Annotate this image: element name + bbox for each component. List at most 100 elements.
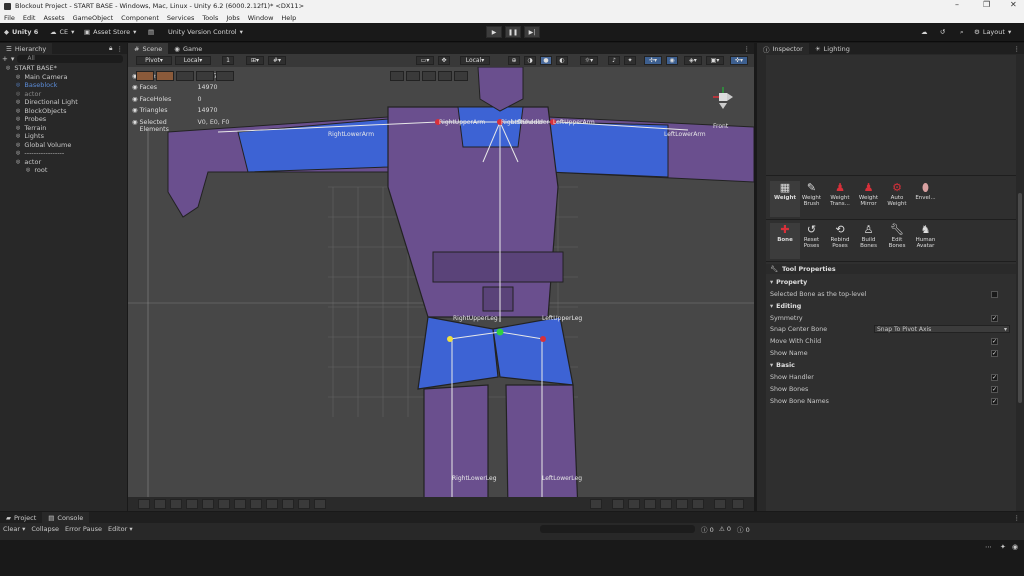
shaded-icon[interactable]: ◑ — [524, 56, 536, 65]
clear-button[interactable]: Clear ▾ — [3, 525, 25, 533]
package-icon[interactable]: ▤ — [148, 26, 154, 38]
tool-properties-header[interactable]: 🔧︎ Tool Properties — [766, 264, 1016, 274]
error-pause-button[interactable]: Error Pause — [65, 525, 102, 533]
hand-icon[interactable] — [612, 499, 624, 509]
tab-game[interactable]: ◉ Game — [168, 43, 208, 54]
maximize-icon[interactable]: ❐ — [983, 0, 990, 9]
menu-tools[interactable]: Tools — [202, 14, 218, 22]
zoom-tool-icon[interactable] — [218, 499, 230, 509]
hierarchy-item[interactable]: ◎ START BASE* — [0, 64, 127, 73]
paint-tool-icon[interactable] — [202, 499, 214, 509]
render-mode-button[interactable]: ▣▾ — [706, 56, 724, 65]
edge-tool-icon[interactable] — [314, 499, 326, 509]
space-dropdown[interactable]: Local ▾ — [175, 56, 211, 65]
effects-icon[interactable]: ✦ — [624, 56, 636, 65]
move-tool-icon[interactable] — [154, 499, 166, 509]
property-foldout[interactable]: ▾ Property — [770, 277, 1010, 287]
hierarchy-item[interactable]: ◎ Global Volume — [0, 141, 127, 150]
selected-bone-top-checkbox[interactable] — [991, 290, 998, 298]
visibility-icon[interactable]: ◎ — [16, 82, 20, 88]
hierarchy-item[interactable]: ◎ actor — [0, 158, 127, 167]
eye-icon[interactable]: ◉ — [132, 84, 138, 91]
move-icon[interactable] — [628, 499, 640, 509]
lit-icon[interactable]: ● — [540, 56, 552, 65]
weight-tool-4[interactable]: ⚙ Auto Weight — [884, 181, 910, 217]
info-count[interactable]: ⓘ 0 — [701, 524, 714, 534]
console-search-input[interactable] — [540, 525, 695, 533]
editor-dropdown[interactable]: Editor ▾ — [108, 525, 133, 533]
bone-tool-0[interactable]: ✚ Bone — [770, 223, 800, 259]
minimize-icon[interactable]: – — [955, 0, 959, 9]
tab-console[interactable]: ▤ Console — [42, 512, 90, 523]
cube-tool-icon[interactable] — [590, 499, 602, 509]
hierarchy-item[interactable]: ◎ Terrain — [0, 124, 127, 133]
scale-icon[interactable] — [660, 499, 672, 509]
custom-tool-icon[interactable] — [714, 499, 726, 509]
visibility-icon[interactable]: ◉ — [666, 56, 678, 65]
menu-window[interactable]: Window — [248, 14, 274, 22]
move-icon[interactable]: ✥ — [438, 56, 450, 65]
transform-tool-icon[interactable] — [234, 499, 246, 509]
visibility-icon[interactable]: ◎ — [26, 167, 30, 173]
bone-tool-5[interactable]: ♞ Human Avatar — [913, 223, 939, 259]
visibility-icon[interactable]: ◎ — [6, 65, 10, 71]
bone-tool-2[interactable]: ⟲ Rebind Poses — [827, 223, 853, 259]
wireframe-icon[interactable]: ⊕ — [508, 56, 520, 65]
bone-tool-3[interactable]: ♙ Build Bones — [856, 223, 882, 259]
hierarchy-search-input[interactable]: All — [17, 55, 123, 63]
hierarchy-item[interactable]: ◎ Baseblock — [0, 81, 127, 90]
link-tool-icon[interactable] — [282, 499, 294, 509]
history-icon[interactable]: ↺ — [940, 26, 945, 38]
visibility-icon[interactable]: ◎ — [16, 142, 20, 148]
step-button[interactable]: ▶| — [524, 26, 540, 38]
scene-camera-button[interactable]: ◈▾ — [684, 56, 702, 65]
scene-viewport[interactable]: ◉ Vertices7486◉ Edges22457◉ Faces14970◉ … — [128, 67, 754, 511]
error-count[interactable]: ⓘ 0 — [737, 524, 750, 534]
element-mode-icon[interactable] — [216, 71, 234, 81]
bone-joint-left-upper-leg[interactable] — [540, 336, 546, 342]
bone-joint-right-upper-leg[interactable] — [447, 336, 453, 342]
more-icon[interactable]: ⋮ — [117, 45, 124, 53]
more-icon[interactable]: ⋮ — [744, 45, 751, 53]
symmetry-checkbox[interactable]: ✓ — [991, 314, 998, 322]
tab-inspector[interactable]: ⓘ Inspector — [757, 43, 809, 54]
tab-lighting[interactable]: ☀ Lighting — [809, 43, 856, 54]
asset-store-button[interactable]: ▣ Asset Store ▾ — [84, 26, 136, 38]
menu-gameobject[interactable]: GameObject — [73, 14, 114, 22]
weight-tool-0[interactable]: ▦ Weight — [770, 181, 800, 217]
audio-icon[interactable]: ♪ — [608, 56, 620, 65]
camera-icon[interactable] — [454, 71, 468, 81]
draw-mode-button[interactable]: ☼▾ — [580, 56, 598, 65]
menu-edit[interactable]: Edit — [23, 14, 36, 22]
hierarchy-item[interactable]: ◎ Main Camera — [0, 73, 127, 82]
edge-mode-icon[interactable] — [176, 71, 194, 81]
bone-joint-hips[interactable] — [496, 328, 504, 336]
menu-assets[interactable]: Assets — [43, 14, 64, 22]
menu-services[interactable]: Services — [167, 14, 194, 22]
view-options-button[interactable]: ▭▾ — [416, 56, 434, 65]
visibility-icon[interactable]: ◎ — [16, 108, 20, 114]
notification-icon[interactable]: ✦ — [1000, 543, 1006, 551]
vertex-mode-icon[interactable] — [156, 71, 174, 81]
hierarchy-item[interactable]: ◎ Lights — [0, 132, 127, 141]
visibility-icon[interactable]: ◎ — [16, 159, 20, 165]
bone-tool-1[interactable]: ↺ Reset Poses — [799, 223, 825, 259]
layout-dropdown[interactable]: ⚙ Layout ▾ — [974, 26, 1011, 38]
add-icon[interactable]: + — [2, 55, 8, 63]
hierarchy-item[interactable]: ◎ Probes — [0, 115, 127, 124]
visibility-icon[interactable]: ◎ — [16, 74, 20, 80]
visibility-icon[interactable]: ◎ — [16, 91, 20, 97]
sphere-tool-icon[interactable] — [186, 499, 198, 509]
menu-jobs[interactable]: Jobs — [226, 14, 239, 22]
orientation-gizmo[interactable] — [713, 87, 733, 109]
eye-icon[interactable]: ◉ — [132, 67, 138, 68]
vertex-tool-icon[interactable] — [298, 499, 310, 509]
tab-scene[interactable]: # Scene — [128, 43, 169, 54]
bone-tool-4[interactable]: 🔧︎ Edit Bones — [884, 223, 910, 259]
cloud-button[interactable]: ☁ CE ▾ — [50, 26, 74, 38]
inspector-scrollbar[interactable] — [1018, 193, 1022, 403]
hierarchy-item[interactable]: ◎ Directional Light — [0, 98, 127, 107]
snap-center-bone-dropdown[interactable]: Snap To Pivot Axis ▾ — [874, 325, 1010, 333]
editing-foldout[interactable]: ▾ Editing — [770, 301, 1010, 311]
transform-icon[interactable] — [692, 499, 704, 509]
